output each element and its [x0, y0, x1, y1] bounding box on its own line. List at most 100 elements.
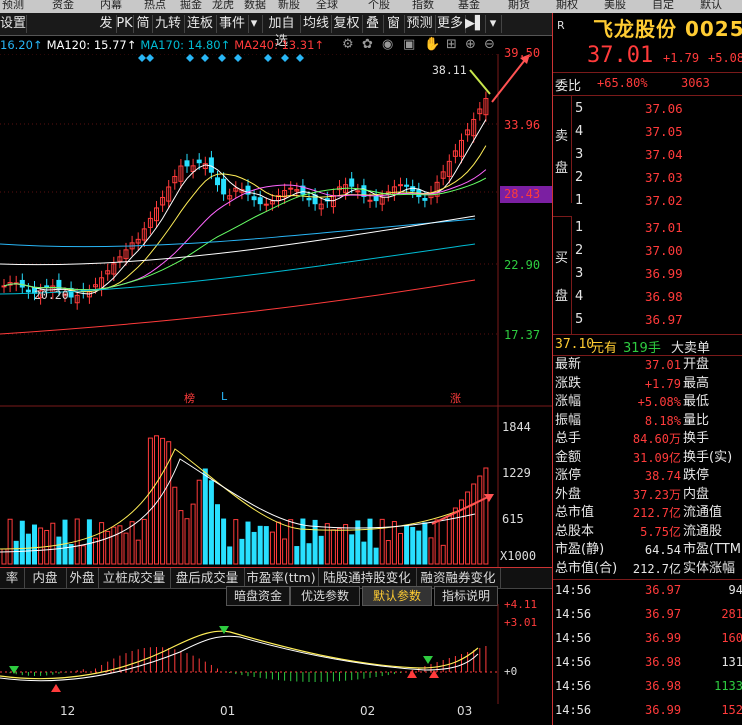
crosshair-icon[interactable]: ⊞ [446, 37, 457, 52]
top-menu-item[interactable]: 新股 [278, 0, 300, 12]
stock-name: 飞龙股份 00253 [593, 13, 742, 42]
bid-row[interactable]: 1 37.01 [553, 216, 742, 239]
volume-bar [216, 505, 220, 564]
candle-body [197, 160, 201, 163]
toolbar-button[interactable]: PK [116, 15, 134, 33]
toolbar-button[interactable]: 复权 [331, 15, 363, 33]
param-tab[interactable]: 优选参数 [290, 586, 360, 606]
top-menu-item[interactable]: 资金 [52, 0, 74, 12]
ask-row[interactable]: 5 37.06 [553, 97, 742, 120]
top-menu-item[interactable]: 龙虎 [212, 0, 234, 12]
tick-row: 14:56 36.99 160 [553, 627, 742, 650]
indicator-tab[interactable]: 市盈率(ttm) [244, 568, 319, 588]
settings-button[interactable]: 设置 [0, 15, 27, 33]
param-tab[interactable]: 指标说明 [434, 586, 498, 606]
volume-bar [63, 520, 67, 564]
top-menu-item[interactable]: 美股 [604, 0, 626, 12]
stat-row: 涨跌 +1.79 最高 [553, 375, 742, 393]
zoom-in-icon[interactable]: ⊕ [465, 37, 476, 52]
rzrq-badge: R [557, 19, 565, 32]
param-tab[interactable]: 默认参数 [362, 586, 432, 606]
volume-bar [270, 532, 274, 564]
toolbar-button[interactable]: 连板 [184, 15, 217, 33]
top-menu-item[interactable]: 全球 [316, 0, 338, 12]
indicator-tab[interactable]: 盘后成交量 [170, 568, 245, 588]
top-menu-item[interactable]: 预测 [2, 0, 24, 12]
volume-bar [106, 531, 110, 564]
bid-row[interactable]: 3 36.99 [553, 262, 742, 285]
ask-row[interactable]: 1 37.02 [553, 189, 742, 212]
toolbar-button[interactable]: ▶▌ [465, 15, 486, 33]
volume-bar [136, 540, 140, 564]
indicator-tab[interactable]: 内盘 [24, 568, 67, 588]
event-diamond [186, 54, 194, 62]
top-menu-item[interactable]: 自定 [652, 0, 674, 12]
ask-row[interactable]: 2 37.03 [553, 166, 742, 189]
toolbar-button[interactable]: ▾ [246, 15, 263, 33]
volume-bar [411, 527, 415, 564]
oscillator-chart[interactable] [0, 604, 500, 704]
stat-row: 总手 84.60万 换手 [553, 430, 742, 448]
event-diamond [281, 54, 289, 62]
candle-body [307, 198, 311, 199]
ask-row[interactable]: 3 37.04 [553, 143, 742, 166]
top-menu-item[interactable]: 指数 [412, 0, 434, 12]
top-menu-item[interactable]: 期权 [556, 0, 578, 12]
top-menu-item[interactable]: 数据 [244, 0, 266, 12]
settings-icon[interactable]: ✿ [362, 37, 373, 52]
volume-bar [405, 526, 409, 564]
toolbar-button[interactable]: 九转 [152, 15, 185, 33]
toolbar-button[interactable]: 加自选 [263, 15, 301, 33]
toolbar-button[interactable]: 窗 [383, 15, 405, 33]
limit-up-marker[interactable]: 涨 [450, 390, 461, 406]
top-menu-item[interactable]: 基金 [458, 0, 480, 12]
toolbar-button[interactable]: 事件 [216, 15, 249, 33]
volume-bar [228, 547, 232, 564]
dragon-list-marker[interactable]: 榜 [184, 390, 195, 406]
gear-icon[interactable]: ⚙ [342, 37, 354, 52]
indicator-tab[interactable]: 立桩成交量 [98, 568, 171, 588]
stat-row: 市盈(静) 64.54 市盈(TTM [553, 541, 742, 559]
l-marker[interactable]: L [221, 390, 227, 403]
indicator-tab[interactable]: 融资融券变化 [416, 568, 501, 588]
toolbar-button[interactable]: ▾ [485, 15, 502, 33]
toolbar-button[interactable]: 简 [134, 15, 153, 33]
candle-body [399, 185, 403, 186]
indicator-tab[interactable]: 外盘 [66, 568, 99, 588]
ask-row[interactable]: 4 37.05 [553, 120, 742, 143]
top-menu-item[interactable]: 默认 [700, 0, 722, 12]
zoom-out-icon[interactable]: ⊖ [484, 37, 495, 52]
price-tick-3: 22.90 [504, 258, 540, 272]
bid-row[interactable]: 5 36.97 [553, 308, 742, 331]
eye-icon[interactable]: ◉ [382, 37, 393, 52]
indicator-tab[interactable]: 陆股通持股变化 [318, 568, 417, 588]
trash-icon[interactable]: ▣ [403, 37, 415, 52]
volume-bar [8, 519, 12, 564]
toolbar-button[interactable]: 发 [96, 15, 117, 33]
volume-bar [466, 492, 470, 564]
volume-bar [331, 530, 335, 564]
top-menu-item[interactable]: 掘金 [180, 0, 202, 12]
toolbar-button[interactable]: 预测 [404, 15, 436, 33]
volume-bar [478, 476, 482, 564]
volume-bar [51, 523, 55, 564]
top-menu-item[interactable]: 期货 [508, 0, 530, 12]
kline-chart[interactable] [0, 54, 552, 567]
top-menu-item[interactable]: 内幕 [100, 0, 122, 12]
toolbar-button[interactable]: 均线 [301, 15, 332, 33]
volume-bar [301, 519, 305, 564]
volume-bar [100, 523, 104, 564]
toolbar-button[interactable]: 更多 [435, 15, 466, 33]
volume-bar [234, 520, 238, 564]
param-tab[interactable]: 暗盘资金 [226, 586, 290, 606]
weibi-value: +65.80% [597, 76, 648, 90]
volume-bar [441, 545, 445, 564]
toolbar-button[interactable]: 叠 [362, 15, 384, 33]
hand-icon[interactable]: ✋ [424, 37, 440, 52]
bid-row[interactable]: 2 37.00 [553, 239, 742, 262]
top-menu-item[interactable]: 热点 [144, 0, 166, 12]
indicator-tab[interactable]: 率 [0, 568, 25, 588]
top-menu-item[interactable]: 个股 [368, 0, 390, 12]
bid-row[interactable]: 4 36.98 [553, 285, 742, 308]
ma-legend-item: 16.20↑ [0, 38, 43, 52]
